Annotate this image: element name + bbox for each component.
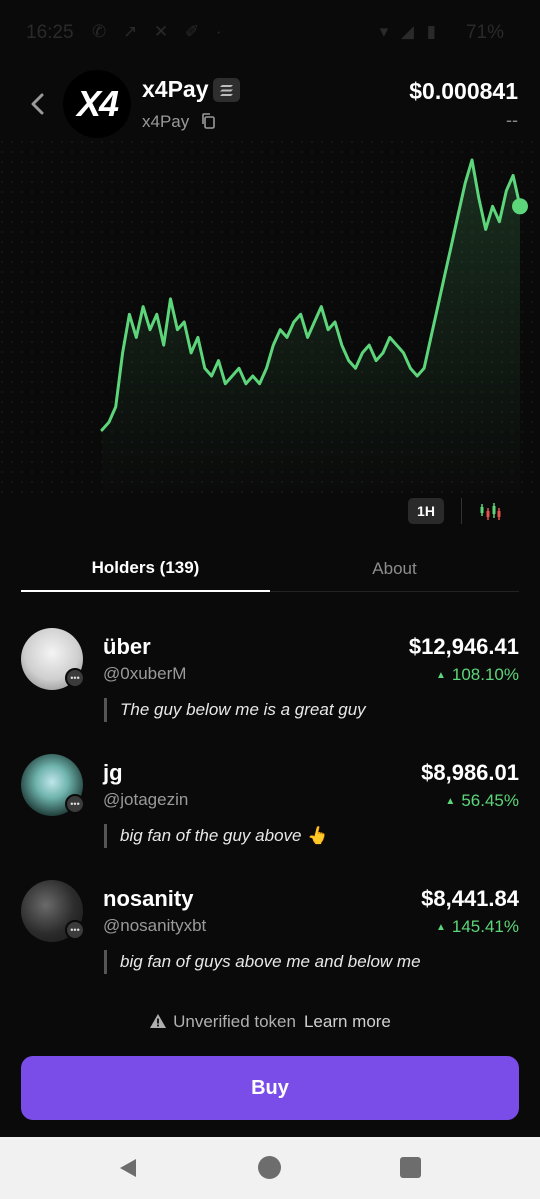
holder-change: ▲ 56.45% xyxy=(445,791,519,811)
status-time: 16:25 xyxy=(26,22,74,43)
price-chart[interactable] xyxy=(0,140,540,500)
unverified-text: Unverified token xyxy=(173,1012,296,1031)
chat-bubble-icon: ••• xyxy=(65,794,85,814)
token-logo-text: X4 xyxy=(76,83,119,124)
chat-bubble-icon: ••• xyxy=(65,920,85,940)
holder-change: ▲ 108.10% xyxy=(436,665,519,685)
candlestick-icon xyxy=(480,503,501,520)
warning-icon xyxy=(150,1014,167,1028)
holder-name: über xyxy=(103,634,151,659)
holder-change-value: 145.41% xyxy=(451,917,519,936)
learn-more-link[interactable]: Learn more xyxy=(304,1012,391,1031)
tab-holders[interactable]: Holders (139) xyxy=(21,546,270,592)
holder-row[interactable]: ••• jg @jotagezin $8,986.01 ▲ 56.45% big … xyxy=(0,754,540,864)
notification-icons: ✆ ↗ ✕ ✐ · xyxy=(92,22,228,41)
holder-row[interactable]: ••• nosanity @nosanityxbt $8,441.84 ▲ 145… xyxy=(0,880,540,990)
avatar: ••• xyxy=(21,880,85,942)
nav-back-icon[interactable] xyxy=(118,1157,138,1179)
price-change: -- xyxy=(506,110,518,130)
nav-home-icon[interactable] xyxy=(258,1156,281,1179)
token-name: x4Pay xyxy=(142,76,209,102)
triangle-up-icon: ▲ xyxy=(445,796,456,807)
copy-icon[interactable] xyxy=(200,112,216,130)
unverified-notice: Unverified token Learn more xyxy=(0,1012,540,1032)
holder-quote: The guy below me is a great guy xyxy=(104,698,366,722)
chart-current-point xyxy=(512,198,528,215)
solana-chain-icon xyxy=(213,78,240,102)
token-logo: X4 xyxy=(63,70,131,138)
holder-quote: big fan of guys above me and below me xyxy=(104,950,421,974)
holder-name: nosanity xyxy=(103,886,194,911)
holder-row[interactable]: ••• über @0xuberM $12,946.41 ▲ 108.10% Th… xyxy=(0,628,540,738)
avatar: ••• xyxy=(21,754,85,816)
candlestick-toggle-button[interactable] xyxy=(478,500,502,524)
avatar: ••• xyxy=(21,628,85,690)
battery-level: 71% xyxy=(465,22,504,43)
holder-quote: big fan of the guy above 👆 xyxy=(104,824,327,848)
holder-name: jg xyxy=(103,760,123,785)
tab-about[interactable]: About xyxy=(270,546,519,592)
token-ticker: x4Pay xyxy=(142,112,190,131)
buy-button[interactable]: Buy xyxy=(21,1056,519,1120)
chat-bubble-icon: ••• xyxy=(65,668,85,688)
holder-value: $12,946.41 xyxy=(408,634,519,659)
triangle-up-icon: ▲ xyxy=(435,670,446,681)
token-price: $0.000841 xyxy=(409,78,518,104)
holder-change: ▲ 145.41% xyxy=(436,917,519,937)
holder-handle: @jotagezin xyxy=(103,790,189,809)
status-bar: 16:25 ✆ ↗ ✕ ✐ · ▾ ◢ ▮ 71% xyxy=(0,0,540,62)
triangle-up-icon: ▲ xyxy=(435,922,446,933)
interval-1h-button[interactable]: 1H xyxy=(408,498,444,524)
system-nav-bar xyxy=(0,1137,540,1199)
holder-handle: @0xuberM xyxy=(103,664,187,683)
controls-divider xyxy=(461,498,462,524)
nav-recents-icon[interactable] xyxy=(400,1157,421,1178)
holder-handle: @nosanityxbt xyxy=(103,916,207,935)
holder-change-value: 108.10% xyxy=(451,665,519,684)
chevron-left-icon xyxy=(31,93,44,115)
system-icons: ▾ ◢ ▮ xyxy=(379,22,440,41)
holder-change-value: 56.45% xyxy=(461,791,519,810)
holder-value: $8,986.01 xyxy=(421,760,519,785)
back-button[interactable] xyxy=(24,88,50,120)
holder-value: $8,441.84 xyxy=(421,886,519,911)
tabs: Holders (139) About xyxy=(21,546,519,592)
